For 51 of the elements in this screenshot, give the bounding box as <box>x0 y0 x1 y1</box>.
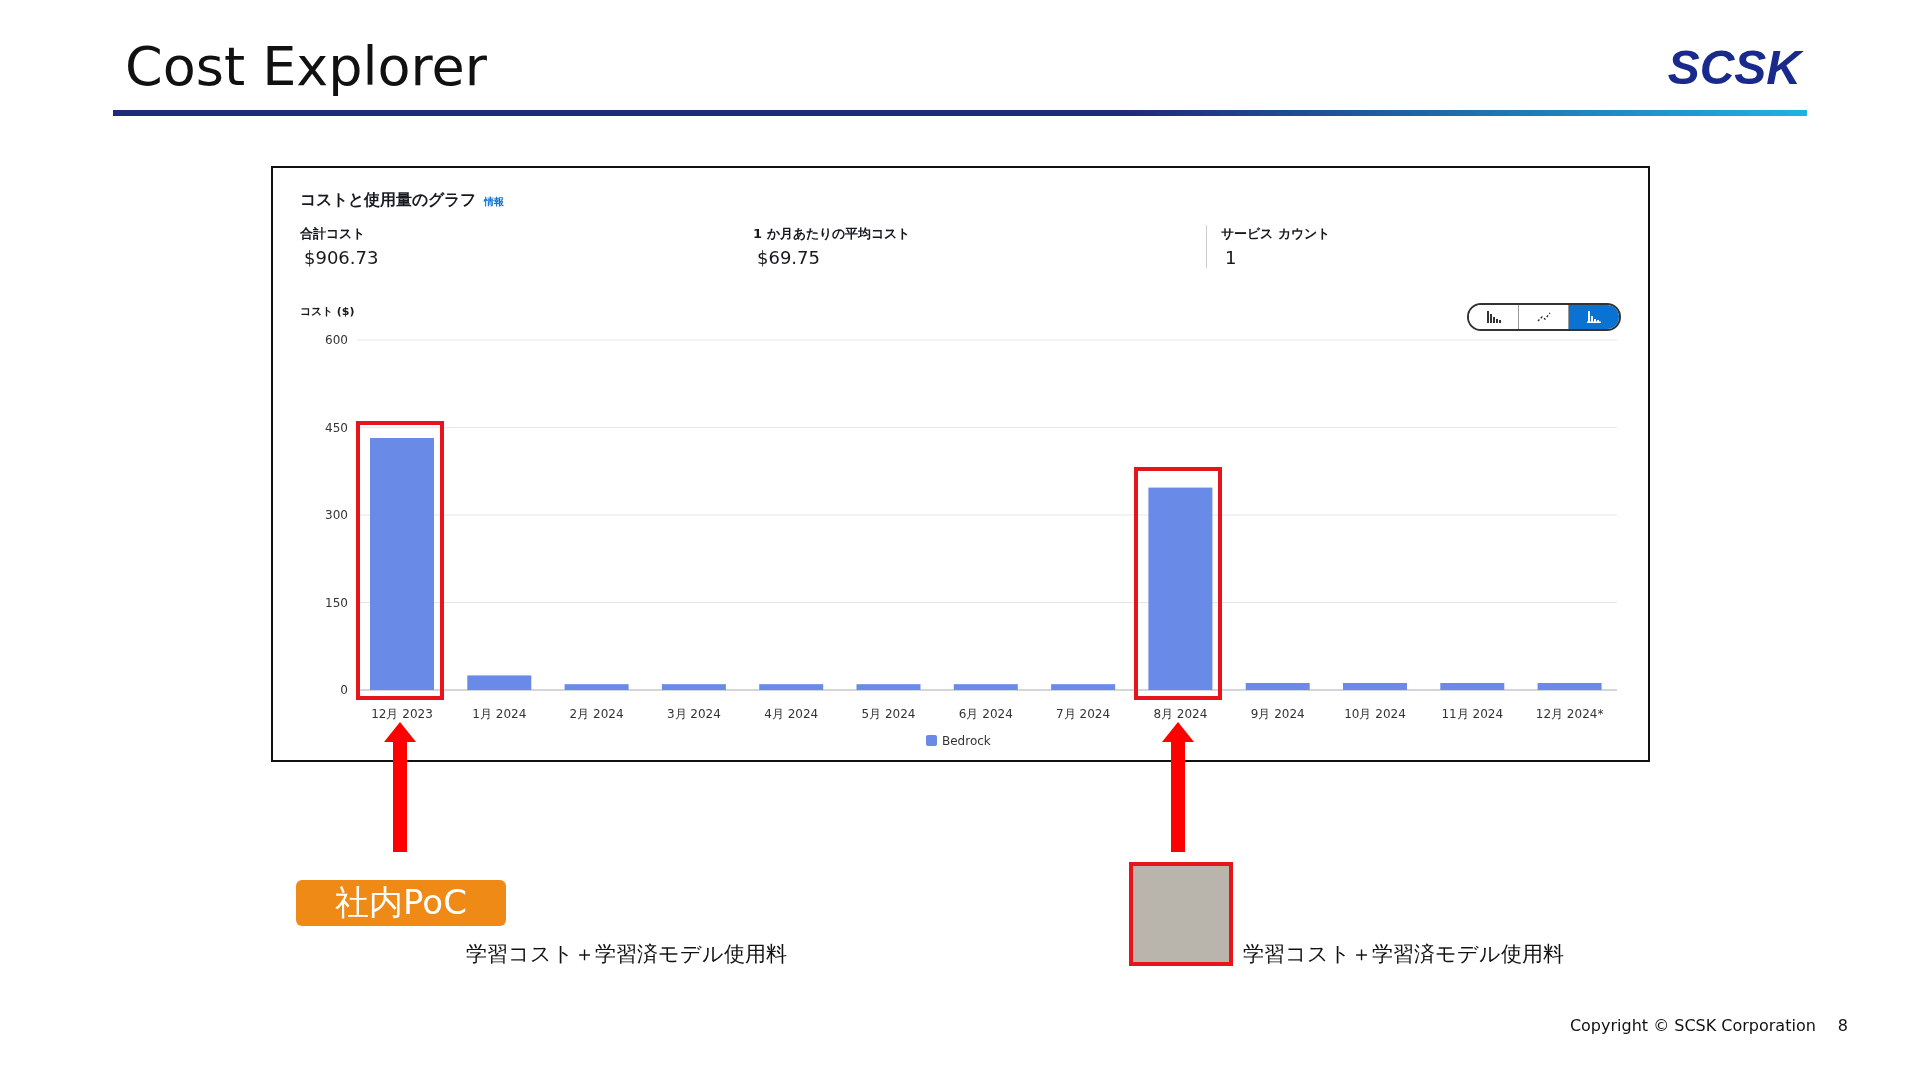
info-link[interactable]: 情報 <box>484 195 504 209</box>
x-tick-label: 8月 2024 <box>1153 707 1208 721</box>
y-tick-label: 150 <box>325 595 348 610</box>
y-tick-label: 450 <box>325 420 348 435</box>
x-tick-label: 11月 2024 <box>1441 707 1504 721</box>
line-chart-icon <box>1536 311 1551 323</box>
x-tick-label: 9月 2024 <box>1250 707 1305 721</box>
x-tick-label: 3月 2024 <box>666 707 721 721</box>
y-tick-label: 600 <box>325 333 348 347</box>
metric-value: 1 <box>1224 247 1238 268</box>
slide-title: Cost Explorer <box>125 34 488 100</box>
copyright-text: Copyright © SCSK Corporation <box>1569 1016 1816 1035</box>
metric-label: サービス カウント <box>1221 225 1331 243</box>
bar <box>856 684 921 690</box>
bar <box>1537 683 1602 690</box>
x-tick-label: 4月 2024 <box>764 707 819 721</box>
bar <box>1245 683 1310 690</box>
x-tick-label: 6月 2024 <box>958 707 1013 721</box>
bar <box>759 684 824 690</box>
chart-type-button[interactable] <box>1569 305 1619 329</box>
x-tick-label: 7月 2024 <box>1056 707 1111 721</box>
metric-value: $906.73 <box>303 247 380 268</box>
y-tick-label: 0 <box>340 683 348 697</box>
stacked-bar-icon <box>1587 311 1601 323</box>
x-tick-label: 1月 2024 <box>472 707 527 721</box>
chart-type-button[interactable] <box>1469 305 1519 329</box>
bar <box>1440 683 1505 690</box>
metric-value: $69.75 <box>756 247 821 268</box>
metric-label: 合計コスト <box>300 225 366 243</box>
bar <box>661 684 726 690</box>
bar <box>467 675 532 690</box>
bar <box>1343 683 1407 690</box>
axis-title: コスト ($) <box>300 303 355 319</box>
x-tick-label: 2月 2024 <box>569 707 624 721</box>
x-tick-label: 10月 2024 <box>1344 707 1406 721</box>
bar <box>1051 684 1116 690</box>
bar <box>953 684 1018 690</box>
x-tick-label: 12月 2023 <box>371 707 433 721</box>
bar <box>564 684 629 690</box>
company-logo: SCSK <box>1661 38 1807 98</box>
callout-caption: 学習コスト＋学習済モデル使用料 <box>1243 941 1564 968</box>
y-tick-label: 300 <box>325 508 348 522</box>
x-tick-label: 12月 2024* <box>1535 707 1604 721</box>
bar-chart-icon <box>1486 311 1501 323</box>
callout-badge: 社内PoC <box>296 880 506 926</box>
callout-caption: 学習コスト＋学習済モデル使用料 <box>466 941 787 968</box>
metric-label: 1 か月あたりの平均コスト <box>753 225 911 243</box>
legend-label: Bedrock <box>942 734 991 748</box>
panel-title: コストと使用量のグラフ <box>300 190 476 211</box>
page-number: 8 <box>1837 1016 1848 1035</box>
x-tick-label: 5月 2024 <box>861 707 916 721</box>
